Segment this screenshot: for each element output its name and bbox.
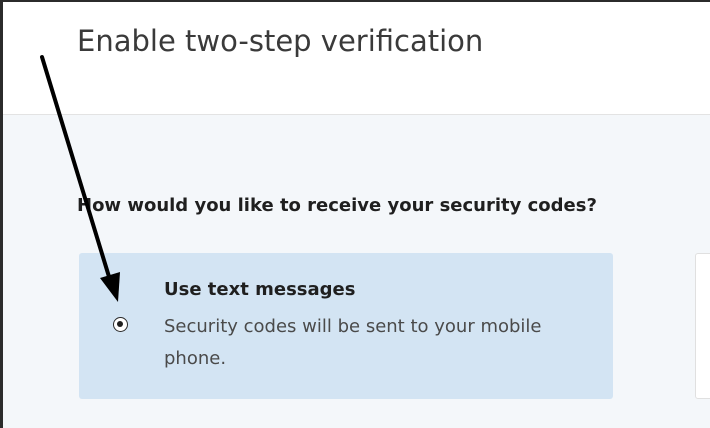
- delivery-question: How would you like to receive your secur…: [77, 195, 597, 216]
- dialog-header: Enable two-step verification: [3, 2, 710, 115]
- second-option-card[interactable]: [695, 253, 710, 399]
- dialog-title: Enable two-step verification: [77, 24, 484, 58]
- radio-selected-dot: [117, 321, 123, 327]
- option-title: Use text messages: [164, 279, 356, 300]
- text-messages-option[interactable]: Use text messages Security codes will be…: [79, 253, 613, 399]
- option-description: Security codes will be sent to your mobi…: [164, 316, 542, 369]
- dialog-frame: Enable two-step verification How would y…: [0, 0, 710, 428]
- text-messages-radio[interactable]: [113, 317, 128, 332]
